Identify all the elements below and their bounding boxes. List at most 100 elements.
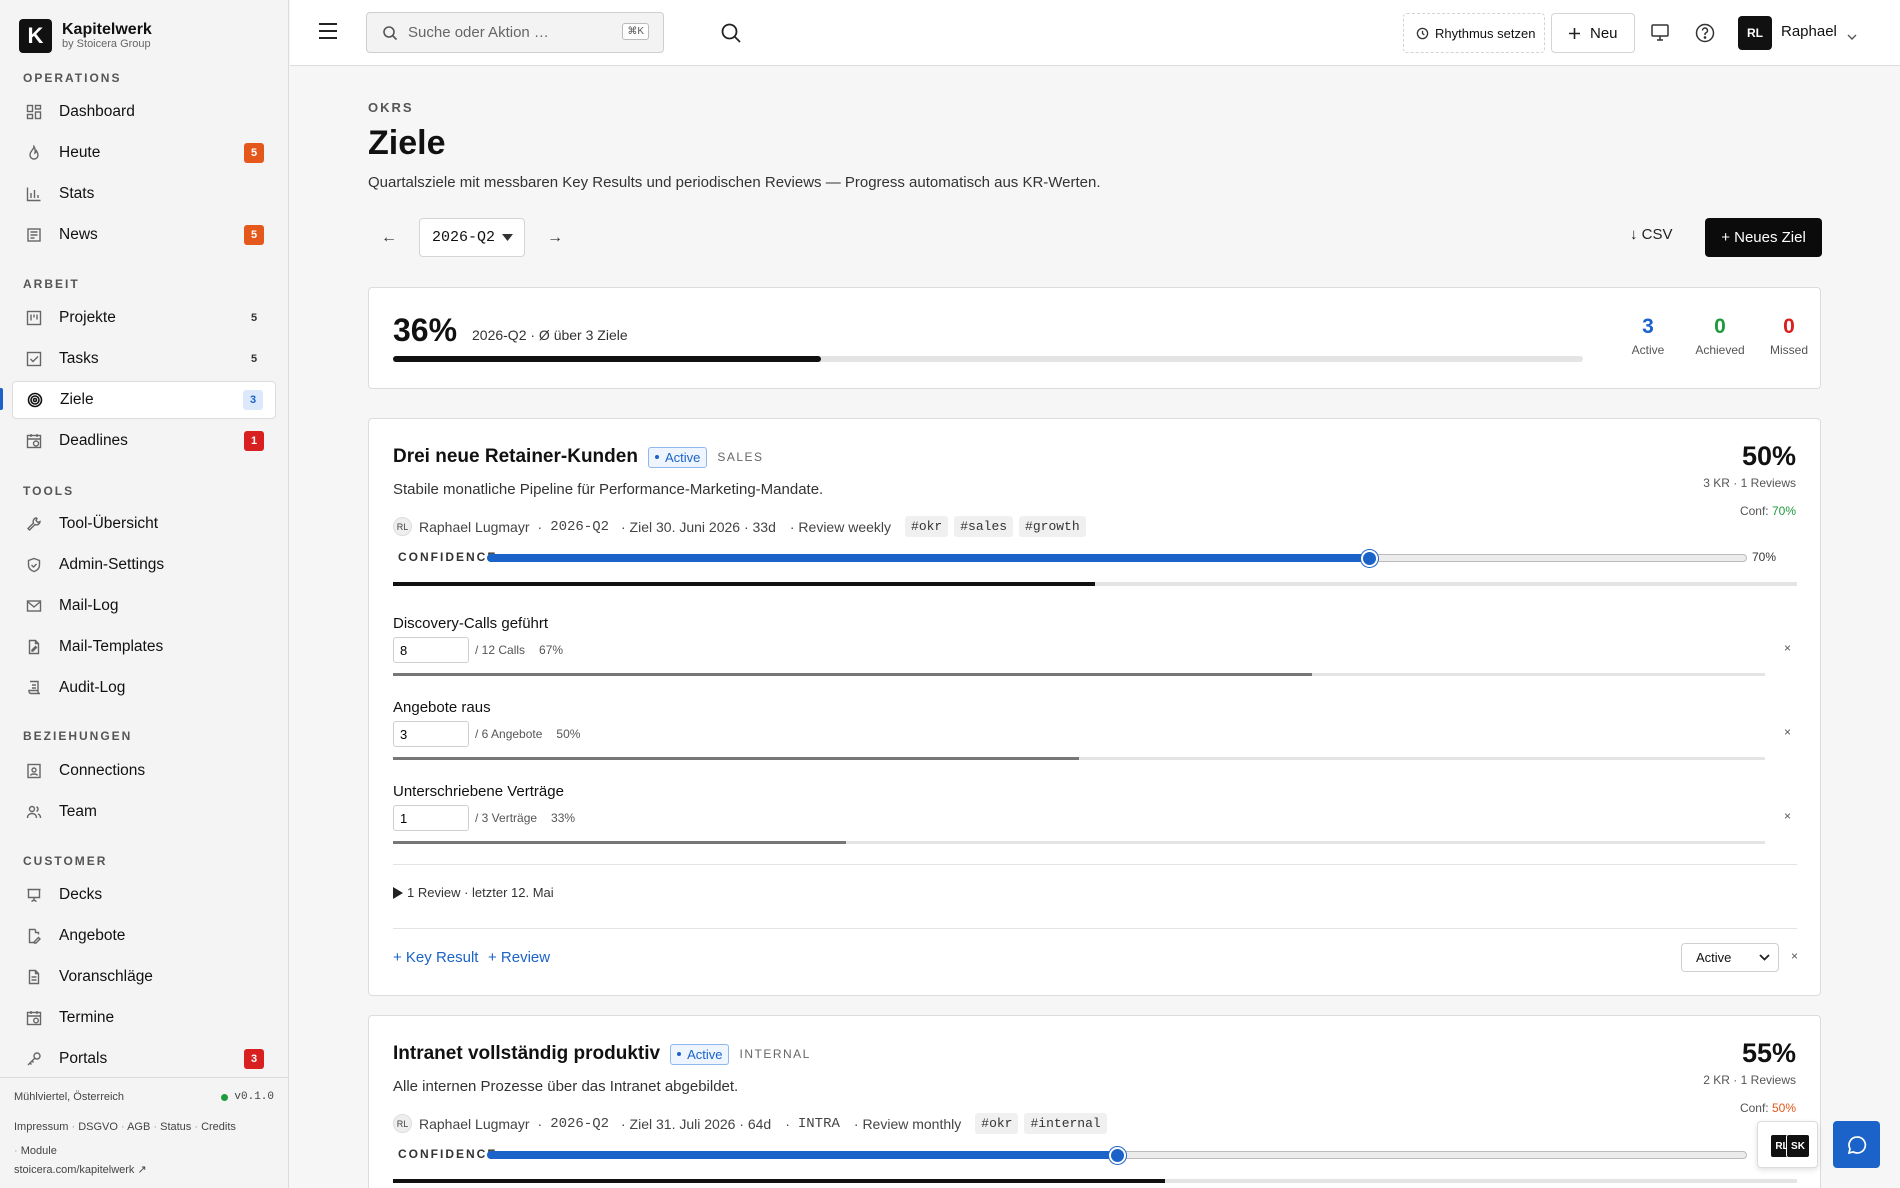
footer-link-impressum[interactable]: Impressum [14, 1121, 68, 1133]
confidence-label: CONFIDENCE [398, 1147, 498, 1161]
kr-remove-icon[interactable]: × [1784, 725, 1791, 739]
kr-progress-fill [393, 673, 1313, 676]
target-icon [26, 391, 44, 409]
period-value: 2026-Q2 [432, 229, 496, 246]
footer-link-status[interactable]: Status [160, 1121, 191, 1133]
sidebar-item-admin-settings[interactable]: Admin-Settings [12, 546, 276, 584]
kr-remove-icon[interactable]: × [1784, 809, 1791, 823]
sidebar-item-voranschlaege[interactable]: Voranschläge [12, 958, 276, 996]
sidebar-item-label: Tool-Übersicht [59, 515, 159, 532]
summary-caption: 2026-Q2 · Ø über 3 Ziele [472, 327, 628, 343]
presence-widget[interactable]: RL SK [1757, 1121, 1818, 1168]
kr-remove-icon[interactable]: × [1784, 641, 1791, 655]
footer-link-credits[interactable]: Credits [201, 1121, 236, 1133]
kr-value-input[interactable] [393, 805, 469, 831]
goal-review-cadence: · Review weekly [789, 518, 892, 535]
help-icon[interactable] [1695, 23, 1715, 47]
chevron-down-icon[interactable] [1847, 28, 1857, 45]
add-key-result-button[interactable]: + Key Result [393, 949, 478, 966]
footer-link-module[interactable]: Module [21, 1145, 57, 1157]
csv-export-button[interactable]: ↓ CSV [1630, 226, 1673, 243]
goal-category: INTERNAL [739, 1047, 811, 1061]
confidence-slider[interactable] [487, 550, 1747, 567]
sidebar-item-termine[interactable]: Termine [12, 999, 276, 1037]
sidebar-item-dashboard[interactable]: Dashboard [12, 93, 276, 131]
sidebar-item-mail-log[interactable]: Mail-Log [12, 587, 276, 625]
sidebar-item-mail-templates[interactable]: Mail-Templates [12, 628, 276, 666]
goal-tag[interactable]: #growth [1019, 516, 1086, 537]
sidebar-item-stats[interactable]: Stats [12, 175, 276, 213]
status-dot [654, 455, 659, 459]
add-review-button[interactable]: + Review [488, 949, 550, 966]
active-indicator [0, 388, 3, 410]
sidebar-item-label: Connections [59, 762, 146, 779]
goal-category: SALES [717, 450, 764, 464]
goal-tag[interactable]: #okr [975, 1113, 1019, 1134]
sidebar-item-ziele[interactable]: Ziele 3 [12, 381, 276, 419]
page-subtitle: Quartalsziele mit messbaren Key Results … [368, 174, 1101, 191]
goal-tag[interactable]: #sales [954, 516, 1014, 537]
goal-period: 2026-Q2 [550, 1115, 609, 1132]
period-select[interactable]: 2026-Q2 [419, 218, 525, 257]
next-period-button[interactable]: → [536, 219, 574, 257]
sidebar-item-audit-log[interactable]: Audit-Log [12, 669, 276, 707]
goal-title[interactable]: Intranet vollständig produktiv [393, 1043, 660, 1065]
sidebar-item-team[interactable]: Team [12, 793, 276, 831]
brand[interactable]: K Kapitelwerk by Stoicera Group [19, 19, 152, 53]
sidebar-item-deadlines[interactable]: Deadlines 1 [12, 422, 276, 460]
sidebar-item-tasks[interactable]: Tasks 5 [12, 340, 276, 378]
chevron-down-icon [1759, 954, 1770, 961]
new-button[interactable]: Neu [1551, 13, 1635, 53]
rhythm-button[interactable]: Rhythmus setzen [1403, 13, 1545, 53]
sidebar-item-label: Projekte [59, 309, 116, 326]
kanban-icon [25, 309, 43, 327]
shortcut-hint: ⌘K [622, 23, 649, 40]
slider-thumb[interactable] [1109, 1147, 1126, 1164]
owner-name[interactable]: Raphael Lugmayr [419, 1116, 530, 1132]
goal-card: Drei neue Retainer-Kunden Active SALES 5… [368, 418, 1821, 996]
search-icon[interactable] [720, 22, 742, 48]
sidebar-item-projekte[interactable]: Projekte 5 [12, 299, 276, 337]
goal-progress-fill [393, 1179, 1166, 1183]
sidebar-item-label: Mail-Log [59, 597, 119, 614]
user-name[interactable]: Raphael [1781, 23, 1837, 40]
plus-icon [1568, 27, 1581, 40]
sidebar-item-connections[interactable]: Connections [12, 752, 276, 790]
user-avatar[interactable]: RL [1738, 16, 1772, 50]
sidebar-item-angebote[interactable]: Angebote [12, 917, 276, 955]
triangle-right-icon [393, 886, 403, 899]
monitor-icon[interactable] [1651, 24, 1669, 45]
footer-link-agb[interactable]: AGB [127, 1121, 150, 1133]
search-input[interactable]: Suche oder Aktion … ⌘K [366, 12, 664, 53]
kr-percent: 67% [539, 643, 564, 657]
sidebar-item-decks[interactable]: Decks [12, 876, 276, 914]
footer-link-dsgvo[interactable]: DSGVO [78, 1121, 118, 1133]
owner-name[interactable]: Raphael Lugmayr [419, 519, 530, 535]
delete-goal-icon[interactable]: × [1791, 949, 1798, 963]
prev-period-button[interactable]: ← [370, 219, 408, 257]
confidence-slider[interactable] [487, 1147, 1747, 1164]
new-goal-button[interactable]: + Neues Ziel [1705, 218, 1822, 257]
count-badge: 5 [244, 225, 264, 245]
page-eyebrow: OKRS [368, 100, 414, 115]
footer-site-link[interactable]: stoicera.com/kapitelwerk ↗ [14, 1163, 147, 1176]
section-arbeit: ARBEIT [23, 277, 80, 291]
kr-value-input[interactable] [393, 637, 469, 663]
status-dot [221, 1093, 229, 1101]
kr-value-input[interactable] [393, 721, 469, 747]
sidebar-item-heute[interactable]: Heute 5 [12, 134, 276, 172]
slider-thumb[interactable] [1361, 550, 1378, 567]
goal-title[interactable]: Drei neue Retainer-Kunden [393, 446, 638, 468]
sidebar-item-label: Team [59, 803, 97, 820]
sidebar-item-portals[interactable]: Portals 3 [12, 1040, 276, 1078]
chat-button[interactable] [1833, 1121, 1880, 1168]
count-badge: 5 [244, 143, 264, 163]
status-select[interactable]: Active [1681, 943, 1779, 972]
menu-icon[interactable] [318, 22, 338, 44]
sidebar-item-label: Audit-Log [59, 679, 126, 696]
goal-tag[interactable]: #internal [1024, 1113, 1107, 1134]
sidebar-item-news[interactable]: News 5 [12, 216, 276, 254]
reviews-toggle[interactable]: 1 Review · letzter 12. Mai [393, 885, 554, 900]
sidebar-item-tool-uebersicht[interactable]: Tool-Übersicht [12, 505, 276, 543]
goal-tag[interactable]: #okr [905, 516, 949, 537]
